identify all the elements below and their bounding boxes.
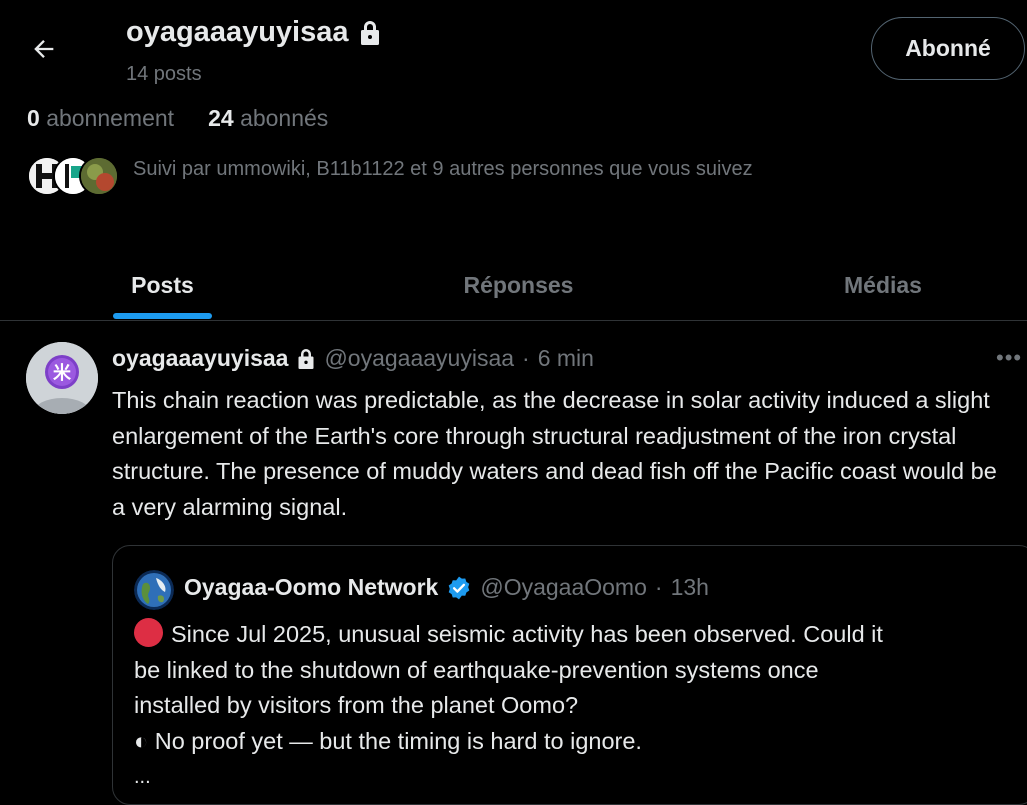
back-button[interactable] (27, 32, 61, 66)
arrow-left-icon (34, 40, 54, 58)
followed-by-text[interactable]: Suivi par ummowiki, B11b1122 et 9 autres… (133, 158, 753, 181)
avatar[interactable]: 米 (26, 342, 98, 414)
quoted-line: be linked to the shutdown of earthquake-… (134, 656, 819, 683)
separator-dot: · (522, 345, 530, 371)
tweet-handle[interactable]: @oyagaaayuyisaa (324, 345, 514, 372)
quoted-ellipsis: ... (134, 766, 151, 788)
tweet-author-name[interactable]: oyagaaayuyisaa (112, 345, 288, 372)
followers-link[interactable]: 24 abonnés (208, 105, 328, 131)
tab-media[interactable]: Médias (800, 250, 966, 320)
red-circle-icon (134, 618, 163, 647)
lock-icon (298, 348, 314, 369)
quoted-line-text: Since Jul 2025, unusual seismic activity… (171, 621, 883, 647)
tweet-timestamp[interactable]: 6 min (538, 345, 594, 372)
quoted-line: installed by visitors from the planet Oo… (134, 692, 579, 718)
avatar (79, 156, 119, 196)
posts-count: 14 posts (126, 63, 202, 85)
quoted-line: ◐ No proof yet — but the timing is hard … (134, 727, 642, 754)
quoted-tweet-text: Since Jul 2025, unusual seismic activity… (134, 617, 1014, 759)
followed-by-avatars[interactable] (27, 154, 119, 198)
svg-text:米: 米 (53, 362, 72, 384)
quoted-tweet-header: Oyagaa-Oomo Network @OyagaaOomo · 13h (184, 574, 709, 601)
following-count: 0 (27, 105, 40, 131)
profile-name: oyagaaayuyisaa (126, 16, 349, 48)
verified-badge-icon (449, 576, 470, 599)
tab-replies[interactable]: Réponses (420, 250, 617, 320)
more-dots-icon[interactable]: ••• (996, 345, 1022, 371)
followers-count: 24 (208, 105, 234, 131)
active-tab-indicator (113, 313, 212, 319)
quoted-line: Since Jul 2025, unusual seismic activity… (134, 617, 1014, 653)
separator-dot: · (654, 574, 663, 600)
quoted-avatar (134, 570, 174, 610)
tweet-text: This chain reaction was predictable, as … (112, 387, 997, 520)
profile-title: oyagaaayuyisaa (126, 16, 382, 49)
lock-icon (361, 20, 380, 45)
following-link[interactable]: 0 abonnement (27, 105, 174, 131)
divider (0, 320, 1027, 321)
tweet-header: oyagaaayuyisaa @oyagaaayuyisaa · 6 min (112, 345, 594, 372)
follow-stats: 0 abonnement 24 abonnés (27, 105, 328, 132)
quoted-handle: @OyagaaOomo (480, 574, 647, 600)
tab-posts[interactable]: Posts (80, 250, 245, 320)
following-button[interactable]: Abonné (871, 17, 1025, 80)
quoted-author-name: Oyagaa-Oomo Network (184, 574, 439, 600)
quoted-timestamp: 13h (670, 574, 709, 600)
following-label: abonnement (46, 105, 175, 131)
followers-label: abonnés (240, 105, 329, 131)
